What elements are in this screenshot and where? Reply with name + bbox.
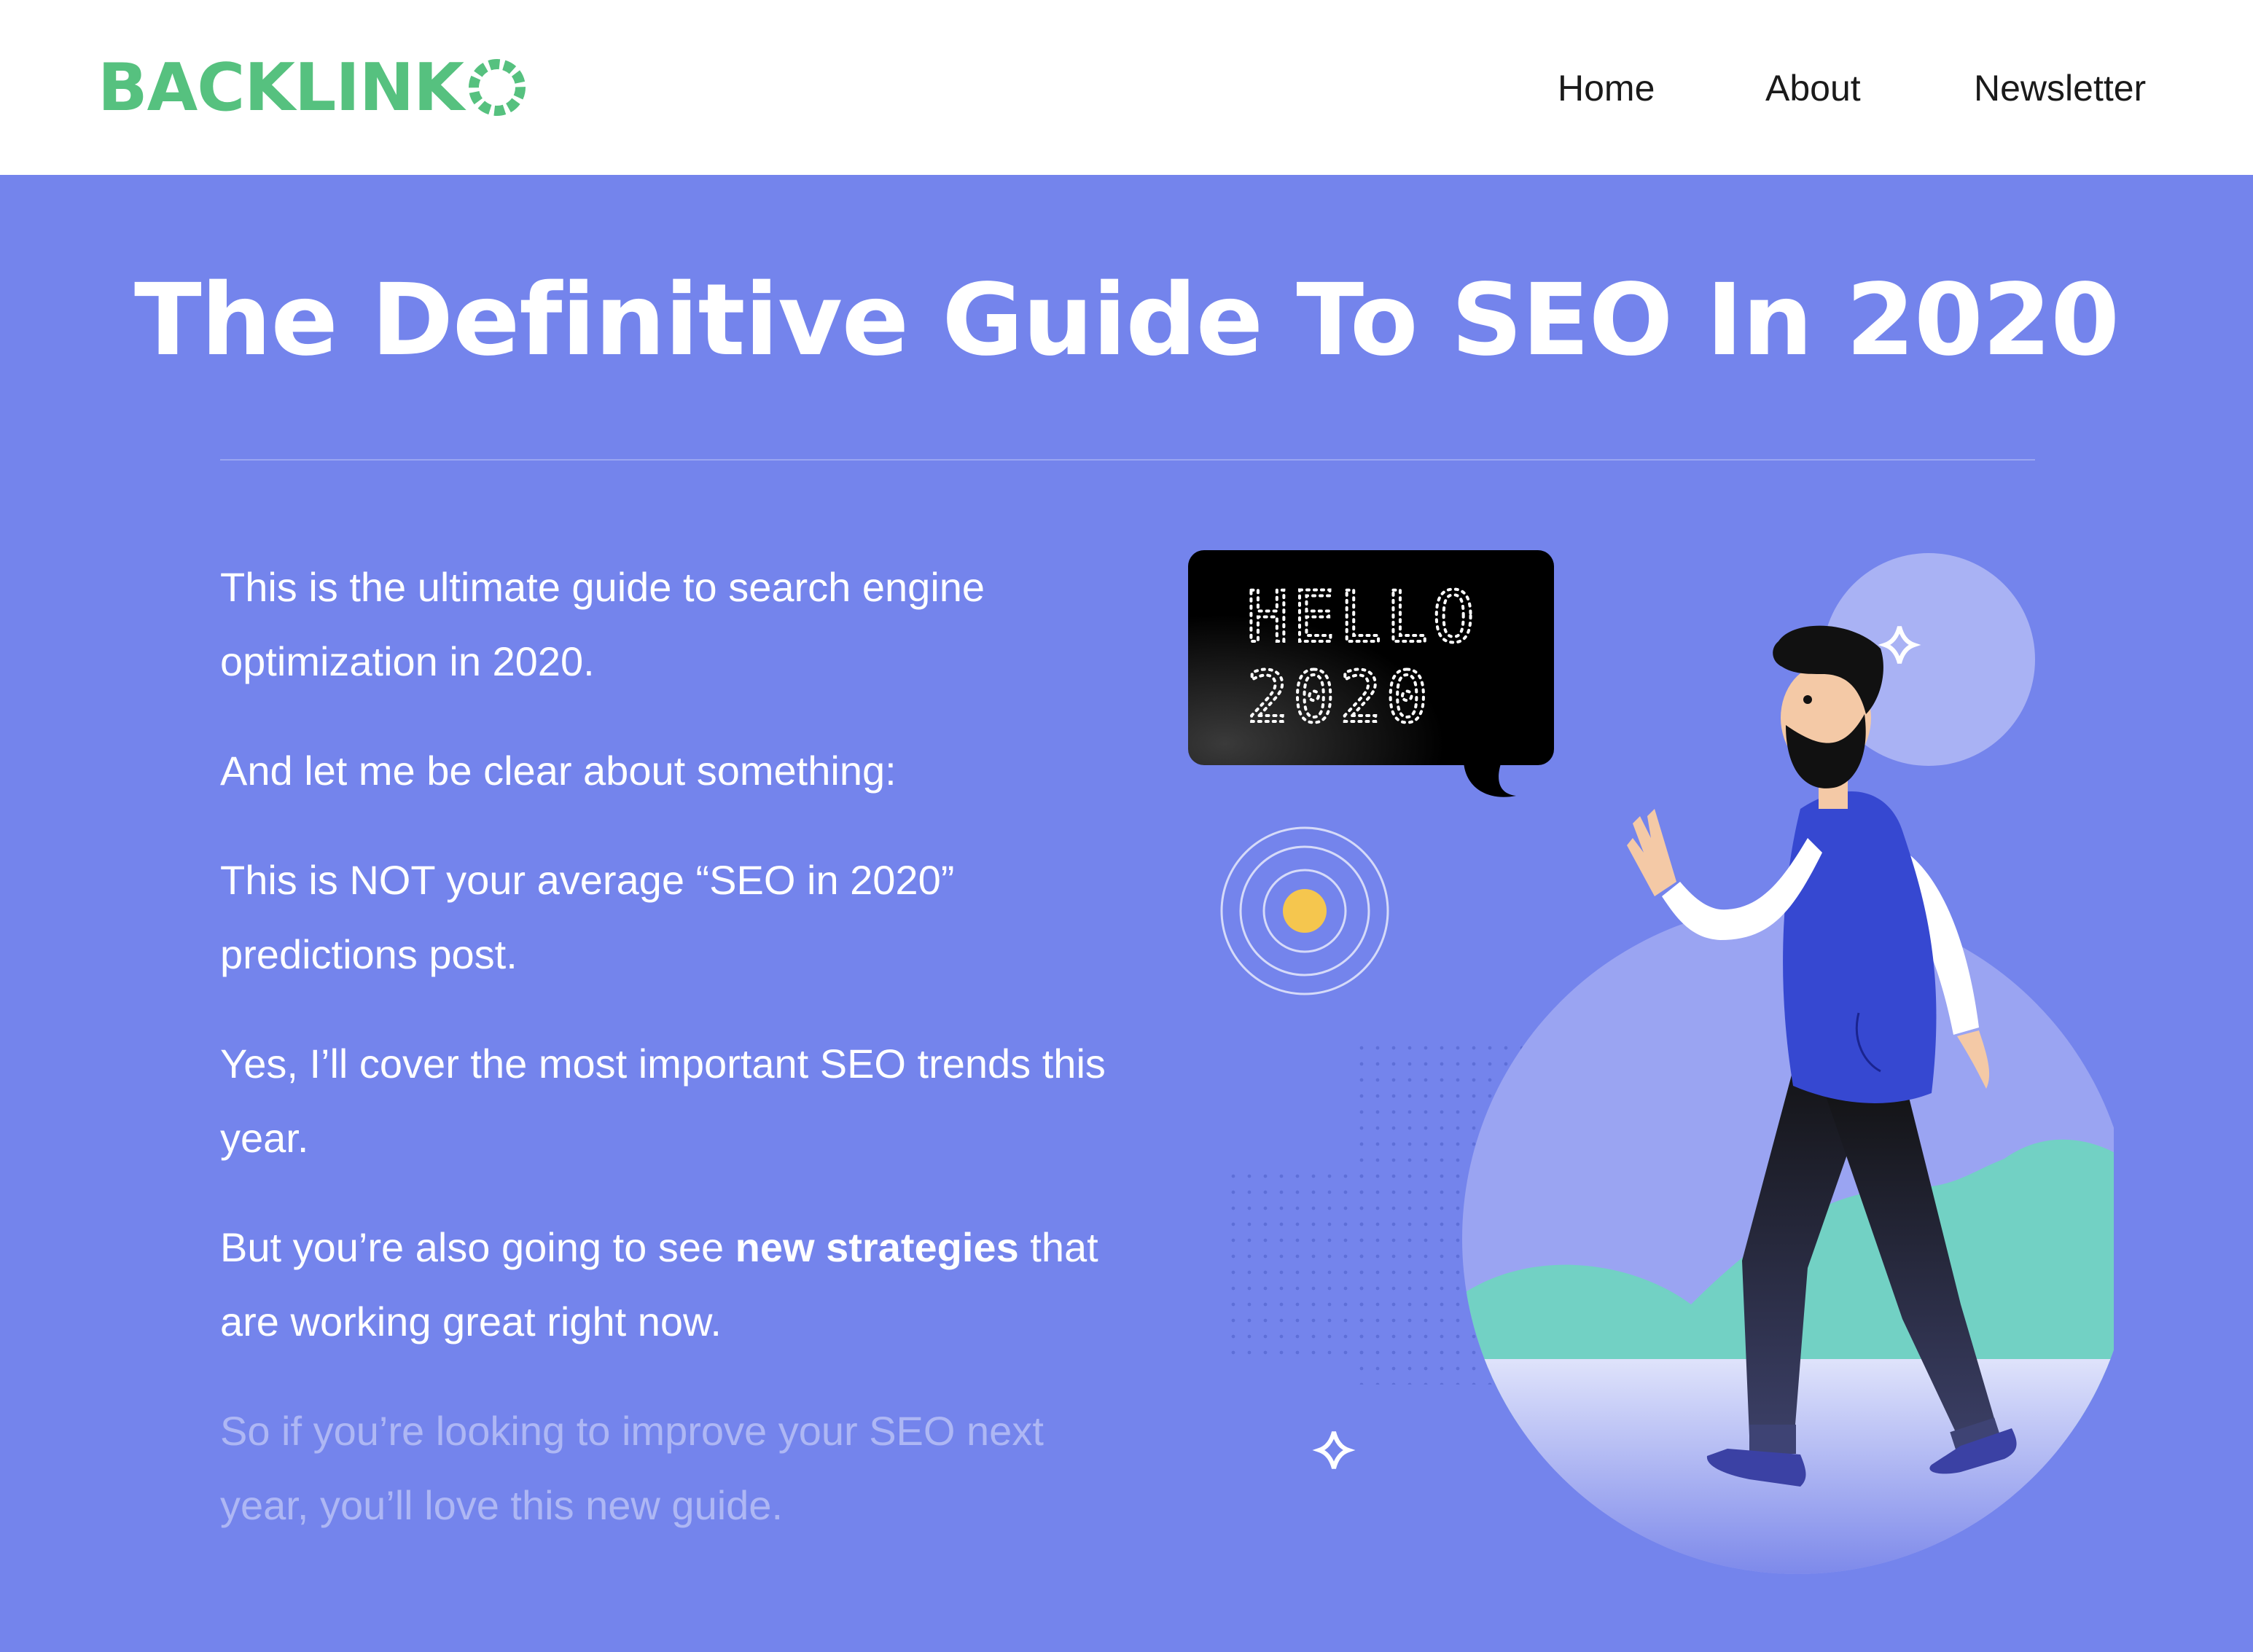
logo-text: BACKLINK (98, 49, 464, 126)
p5-text-start: But you’re also going to see (220, 1224, 735, 1270)
title-divider (220, 459, 2035, 461)
intro-paragraph-5: But you’re also going to see new strateg… (220, 1210, 1131, 1359)
intro-paragraph-4: Yes, I’ll cover the most important SEO t… (220, 1041, 1106, 1161)
intro-text: This is the ultimate guide to search eng… (220, 550, 1131, 1578)
nav-home[interactable]: Home (1558, 63, 1655, 114)
intro-paragraph-1: This is the ultimate guide to search eng… (220, 564, 985, 684)
speech-bubble-line-1: HELLO (1246, 576, 1479, 658)
intro-paragraph-2: And let me be clear about something: (220, 748, 897, 794)
intro-paragraph-3: This is NOT your average “SEO in 2020” p… (220, 857, 955, 977)
sparkle-icon-lower (1312, 1431, 1356, 1469)
speech-bubble-line-2: 2020 (1246, 657, 1432, 738)
backlinko-logo[interactable]: BACKLINK (98, 50, 528, 126)
nav-newsletter[interactable]: Newsletter (1974, 63, 2146, 114)
page-title: The Definitive Guide To SEO In 2020 (134, 263, 2120, 378)
target-circle-icon (1220, 826, 1389, 995)
dot-pattern-lower (1225, 1166, 1370, 1363)
intro-paragraph-6-faded: So if you’re looking to improve your SEO… (220, 1408, 1044, 1528)
logo-o-ring-icon (468, 59, 526, 116)
nav-about[interactable]: About (1765, 63, 1861, 114)
p5-bold-text: new strategies (735, 1224, 1019, 1270)
site-header: BACKLINK Home About Newsletter (0, 0, 2253, 175)
speech-bubble: HELLO 2020 (1188, 550, 1554, 797)
hero-illustration: HELLO 2020 (1188, 550, 2114, 1574)
